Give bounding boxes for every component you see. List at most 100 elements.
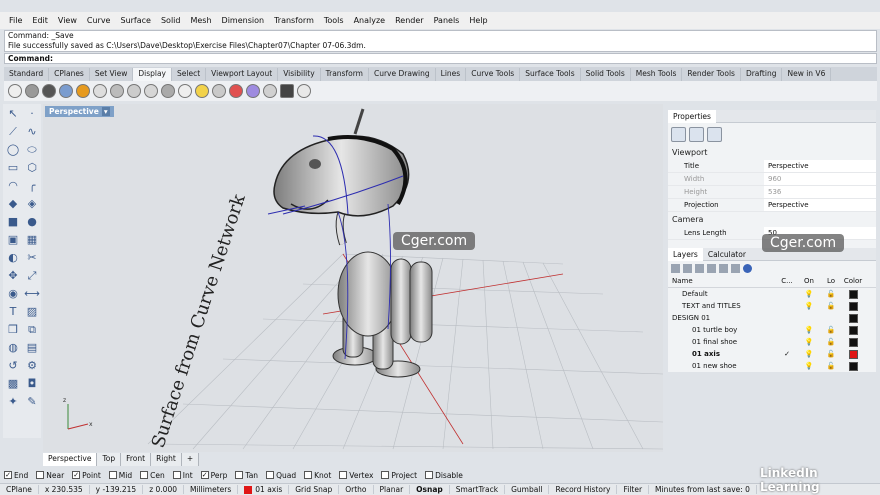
osnap-checkbox[interactable]: ✓ (200, 471, 209, 479)
menu-item-file[interactable]: File (4, 16, 27, 25)
viewport-title[interactable]: Perspective ▾ (45, 106, 114, 117)
move-up-icon[interactable] (707, 263, 716, 273)
rendered-display-icon[interactable] (42, 84, 56, 98)
help-icon[interactable] (743, 263, 752, 273)
lightbulb-icon[interactable]: 💡 (798, 324, 820, 336)
status-toggle-planar[interactable]: Planar (374, 485, 411, 494)
rectangle-icon[interactable]: ▭ (5, 160, 21, 175)
layer-name[interactable]: 01 axis (668, 348, 776, 360)
osnap-checkbox[interactable] (36, 471, 45, 479)
menu-item-view[interactable]: View (53, 16, 82, 25)
status-toggle-grid-snap[interactable]: Grid Snap (289, 485, 340, 494)
lock-icon[interactable]: 🔓 (820, 348, 842, 360)
tab-new-in-v6[interactable]: New in V6 (782, 68, 832, 81)
curve-icon[interactable]: ∿ (24, 124, 40, 139)
layer-color[interactable] (842, 336, 864, 348)
history-icon[interactable]: ↺ (5, 358, 21, 373)
color-swatch[interactable] (848, 325, 858, 335)
layer-current[interactable] (776, 360, 798, 372)
viewport-tab-perspective[interactable]: Perspective (43, 453, 98, 466)
tab-display[interactable]: Display (133, 68, 172, 81)
layer-row[interactable]: TEXT and TITLES 💡 🔓 (668, 300, 876, 312)
layer-row[interactable]: 01 final shoe 💡 🔓 (668, 336, 876, 348)
color-swatch[interactable] (848, 301, 858, 311)
osnap-checkbox[interactable] (140, 471, 149, 479)
status-toggle-smarttrack[interactable]: SmartTrack (450, 485, 506, 494)
tab-curve-drawing[interactable]: Curve Drawing (369, 68, 436, 81)
lock-icon[interactable]: 🔓 (820, 288, 842, 300)
layer-row[interactable]: 01 new shoe 💡 🔓 (668, 360, 876, 372)
status-units[interactable]: Millimeters (184, 485, 239, 494)
property-value[interactable]: 536 (764, 186, 876, 198)
sphere-icon[interactable]: ● (24, 214, 40, 229)
osnap-tan[interactable]: Tan (235, 471, 258, 480)
delete-layer-icon[interactable] (695, 263, 704, 273)
osnap-perp[interactable]: ✓ Perp (200, 471, 227, 480)
viewport-tab-top[interactable]: Top (97, 453, 122, 466)
osnap-cen[interactable]: Cen (140, 471, 165, 480)
menu-item-render[interactable]: Render (390, 16, 428, 25)
chevron-down-icon[interactable]: ▾ (101, 107, 110, 116)
layer-current[interactable] (776, 288, 798, 300)
osnap-checkbox[interactable]: ✓ (72, 471, 81, 479)
hatch-icon[interactable]: ▨ (24, 304, 40, 319)
dimension-icon[interactable]: ⟷ (24, 286, 40, 301)
layer-current[interactable] (776, 312, 798, 324)
tab-cplanes[interactable]: CPlanes (49, 68, 90, 81)
layer-row[interactable]: DESIGN 01 (668, 312, 876, 324)
property-value[interactable]: 960 (764, 173, 876, 185)
viewport-tab-right[interactable]: Right (151, 453, 182, 466)
osnap-mid[interactable]: Mid (108, 471, 132, 480)
lightbulb-icon[interactable]: 💡 (798, 288, 820, 300)
environment-icon[interactable] (212, 84, 226, 98)
command-prompt[interactable]: Command: (4, 53, 877, 64)
draft-angle-icon[interactable] (263, 84, 277, 98)
curvature-icon[interactable] (246, 84, 260, 98)
scale-icon[interactable]: ⤢ (24, 268, 40, 283)
tab-standard[interactable]: Standard (4, 68, 50, 81)
menu-item-transform[interactable]: Transform (269, 16, 319, 25)
options-icon[interactable]: ⚙ (24, 358, 40, 373)
status-toggle-ortho[interactable]: Ortho (339, 485, 374, 494)
light-icon[interactable] (195, 84, 209, 98)
layer-current[interactable] (776, 336, 798, 348)
image-icon[interactable]: ▩ (5, 376, 21, 391)
tab-set-view[interactable]: Set View (90, 68, 134, 81)
layer-name[interactable]: DESIGN 01 (668, 312, 776, 324)
status-toggle-osnap[interactable]: Osnap (410, 485, 450, 494)
osnap-checkbox[interactable] (266, 471, 275, 479)
osnap-vertex[interactable]: Vertex (339, 471, 373, 480)
menu-item-surface[interactable]: Surface (115, 16, 155, 25)
tab-select[interactable]: Select (172, 68, 207, 81)
technical-display-icon[interactable] (93, 84, 107, 98)
tab-viewport-layout[interactable]: Viewport Layout (206, 68, 279, 81)
osnap-near[interactable]: Near (36, 471, 64, 480)
status-toggle-gumball[interactable]: Gumball (505, 485, 550, 494)
property-value[interactable]: Perspective (764, 199, 876, 211)
tab-render-tools[interactable]: Render Tools (682, 68, 741, 81)
polygon-icon[interactable]: ⬡ (24, 160, 40, 175)
osnap-checkbox[interactable]: ✓ (4, 471, 12, 479)
menu-item-analyze[interactable]: Analyze (349, 16, 391, 25)
osnap-checkbox[interactable] (172, 471, 181, 479)
viewport-properties-icon[interactable] (671, 126, 686, 142)
analyze-icon[interactable]: ◉ (5, 286, 21, 301)
menu-item-curve[interactable]: Curve (82, 16, 116, 25)
osnap-checkbox[interactable] (235, 471, 244, 479)
surface-icon[interactable]: ◆ (5, 196, 21, 211)
layer-current[interactable] (776, 300, 798, 312)
osnap-quad[interactable]: Quad (266, 471, 296, 480)
layer-color[interactable] (842, 348, 864, 360)
menu-item-help[interactable]: Help (464, 16, 492, 25)
tab-solid-tools[interactable]: Solid Tools (581, 68, 631, 81)
layer-row[interactable]: 01 turtle boy 💡 🔓 (668, 324, 876, 336)
tab-surface-tools[interactable]: Surface Tools (520, 68, 581, 81)
layer-row[interactable]: Default 💡 🔓 (668, 288, 876, 300)
viewport-tab-front[interactable]: Front (121, 453, 152, 466)
lock-icon[interactable]: 🔓 (820, 360, 842, 372)
tab-calculator[interactable]: Calculator (703, 250, 751, 259)
camera-icon[interactable]: ◘ (24, 376, 40, 391)
unshade-icon[interactable] (178, 84, 192, 98)
filter-icon[interactable] (731, 263, 740, 273)
menu-item-mesh[interactable]: Mesh (185, 16, 216, 25)
